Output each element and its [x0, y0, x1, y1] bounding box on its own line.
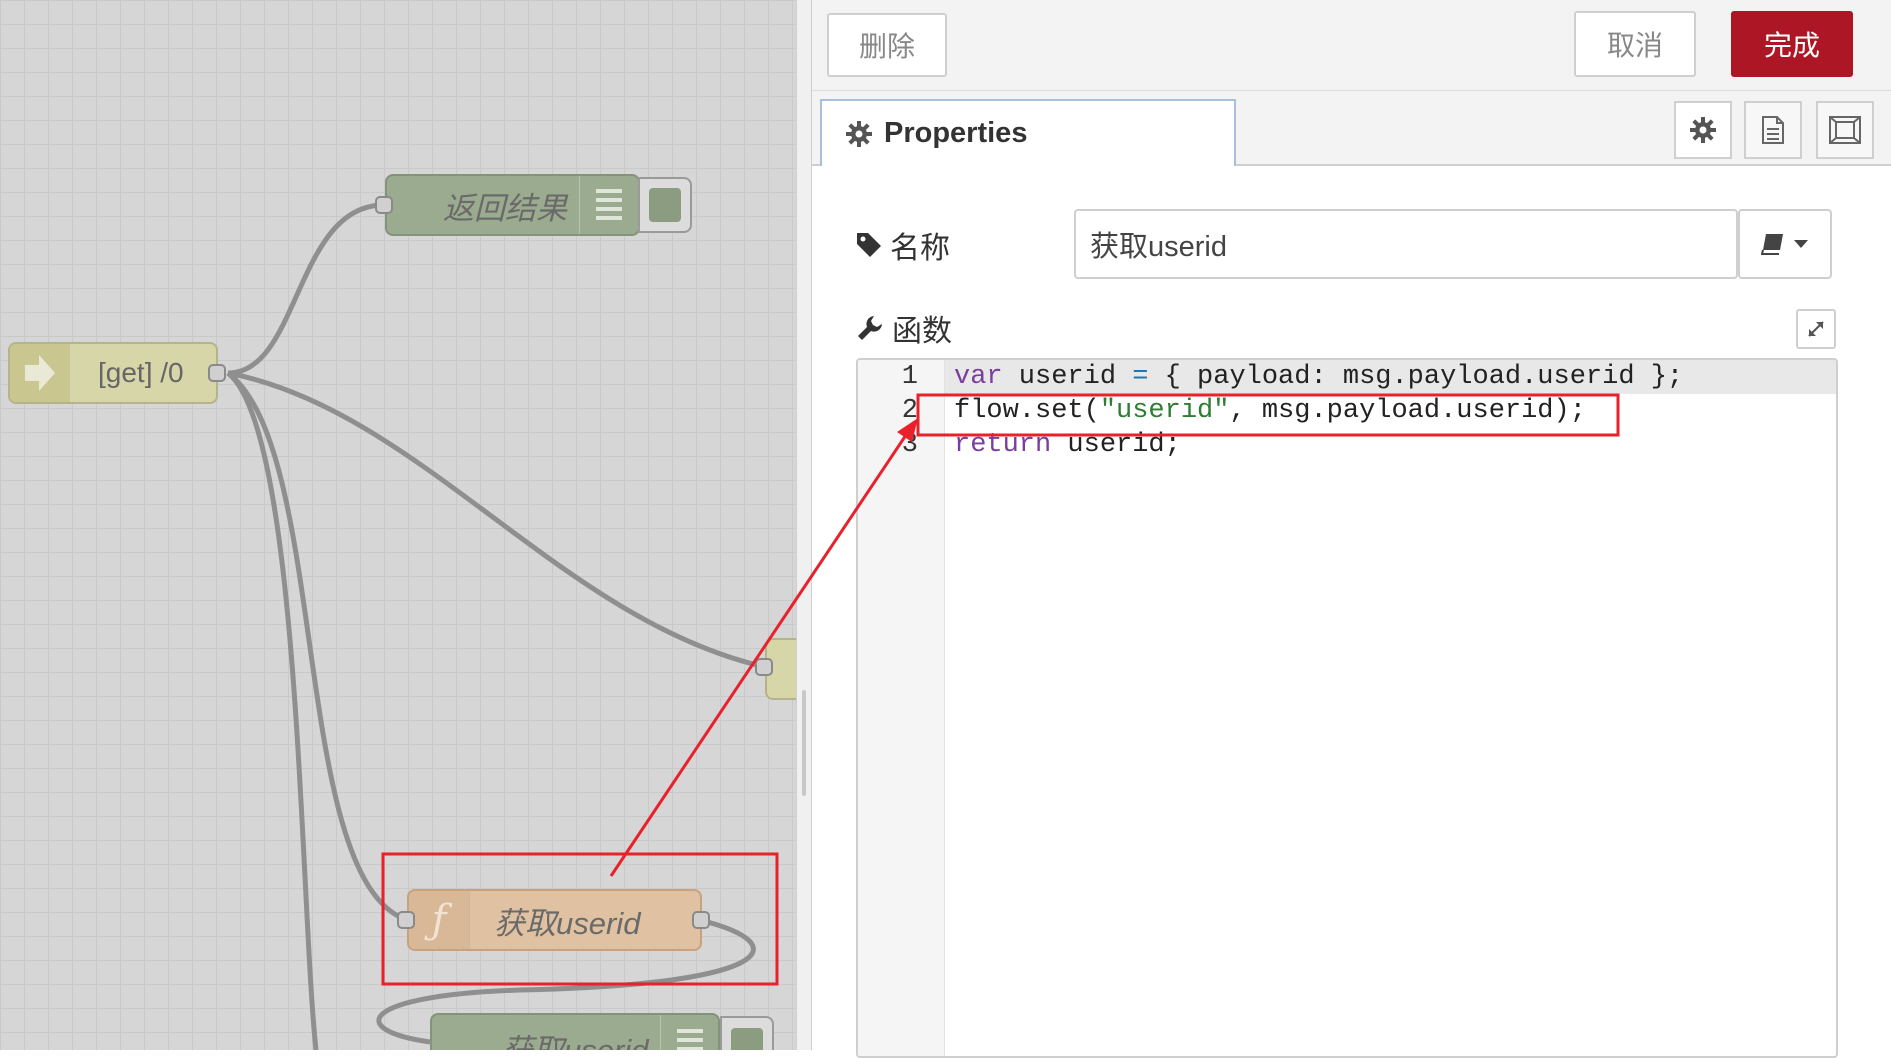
flow-workspace[interactable]: [get] /0 返回结果 ƒ 获取userid 获取userid [0, 0, 796, 1050]
tray-header: 删除 取消 完成 [812, 0, 1891, 91]
debug-toggle-button[interactable] [720, 1016, 774, 1050]
return-result-label: 返回结果 [443, 190, 567, 226]
caret-down-icon [1794, 240, 1808, 248]
function-output-port[interactable] [692, 911, 710, 929]
debug-node-label: 获取userid [502, 1025, 648, 1050]
gear-icon [846, 120, 872, 147]
wrench-icon [858, 316, 882, 340]
tab-properties-label: Properties [884, 117, 1028, 149]
code-line-1: var userid = { payload: msg.payload.user… [954, 362, 1684, 392]
delete-button[interactable]: 删除 [827, 13, 947, 77]
tab-properties[interactable]: Properties [820, 99, 1236, 166]
debug-node-get-userid[interactable]: 获取userid [430, 1013, 720, 1050]
switch-input-port[interactable] [755, 658, 773, 676]
return-result-input-port[interactable] [375, 196, 393, 214]
tab-bar: Properties [812, 91, 1891, 166]
list-icon [579, 176, 638, 234]
return-result-node[interactable]: 返回结果 [385, 174, 640, 236]
splitter-handle[interactable] [802, 690, 806, 796]
node-description-button[interactable] [1744, 101, 1802, 159]
debug-toggle-button[interactable] [638, 177, 692, 233]
wire-http-to-result [227, 202, 385, 376]
http-in-node[interactable]: [get] /0 [8, 342, 218, 404]
http-in-label: [get] /0 [98, 357, 184, 388]
code-editor[interactable]: 1 2 3 var userid = { payload: msg.payloa… [856, 358, 1838, 1058]
cancel-button[interactable]: 取消 [1574, 11, 1696, 77]
wire-http-down [226, 371, 319, 1050]
name-input[interactable] [1074, 209, 1738, 279]
line-number: 3 [901, 430, 918, 460]
function-field-label: 函数 [856, 306, 952, 350]
function-input-port[interactable] [397, 911, 415, 929]
line-number-gutter: 1 2 3 [858, 360, 945, 1056]
done-button[interactable]: 完成 [1731, 11, 1853, 77]
list-icon [660, 1015, 718, 1050]
node-appearance-button[interactable] [1816, 101, 1874, 159]
node-icon-menu[interactable] [1738, 209, 1832, 279]
expand-editor-button[interactable] [1796, 309, 1836, 349]
tag-icon [857, 233, 881, 257]
function-node-label: 获取userid [494, 905, 641, 941]
function-icon: ƒ [409, 891, 470, 949]
code-line-2: flow.set("userid", msg.payload.userid); [954, 396, 1586, 426]
function-node-get-userid[interactable]: ƒ 获取userid [407, 889, 702, 951]
line-number: 1 [901, 362, 918, 392]
http-in-output-port[interactable] [208, 364, 226, 382]
name-field-label: 名称 [856, 223, 950, 267]
window-frame-icon [1829, 116, 1861, 144]
wire-http-to-function [226, 371, 408, 923]
editor-tray: 删除 取消 完成 Properties 名称 获取userid 函数 1 2 3… [812, 0, 1891, 1058]
http-in-icon [10, 344, 70, 402]
file-text-icon [1762, 116, 1784, 144]
node-settings-button[interactable] [1674, 101, 1732, 159]
panel-splitter[interactable] [796, 0, 812, 1050]
line-number: 2 [901, 396, 918, 426]
expand-icon [1808, 321, 1824, 337]
gear-icon [1690, 117, 1716, 143]
book-icon [1761, 234, 1783, 255]
code-line-3: return userid; [954, 430, 1181, 460]
